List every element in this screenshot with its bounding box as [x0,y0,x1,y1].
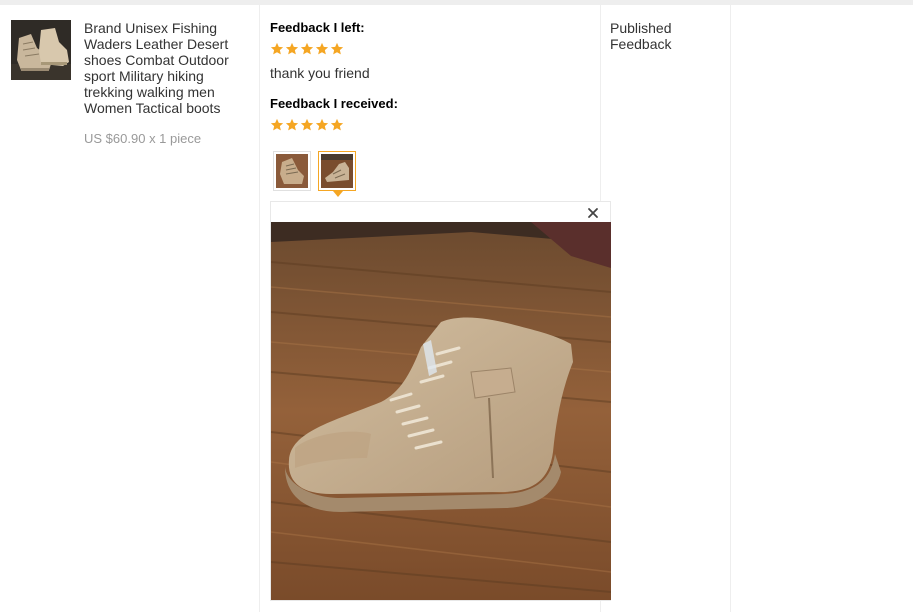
star-icon [270,118,284,131]
price-quantity: x 1 piece [149,131,202,146]
buyer-photo-thumbnail-1[interactable] [273,151,311,191]
price-amount: US $60.90 [84,131,146,146]
feedback-left-heading: Feedback I left: [270,20,365,35]
product-price: US $60.90 x 1 piece [84,131,201,146]
star-icon [270,42,284,55]
feedback-received-heading: Feedback I received: [270,96,398,111]
buyer-photo-thumbnail-2[interactable] [318,151,356,191]
star-icon [285,42,299,55]
buyer-photo-large [271,222,611,600]
feedback-status: Published Feedback [610,20,672,52]
star-icon [330,118,344,131]
star-icon [315,118,329,131]
star-icon [285,118,299,131]
column-divider [730,5,731,612]
star-icon [315,42,329,55]
close-icon[interactable] [586,206,600,220]
product-thumbnail[interactable] [11,20,71,80]
star-icon [300,118,314,131]
photo-preview-panel [270,201,611,601]
feedback-left-rating [270,42,344,56]
product-title[interactable]: Brand Unisex Fishing Waders Leather Dese… [84,20,249,116]
column-divider [259,5,260,612]
feedback-received-rating [270,118,344,132]
star-icon [300,42,314,55]
selected-photo-pointer [333,191,343,197]
feedback-left-comment: thank you friend [270,65,370,81]
star-icon [330,42,344,55]
top-border [0,0,913,5]
